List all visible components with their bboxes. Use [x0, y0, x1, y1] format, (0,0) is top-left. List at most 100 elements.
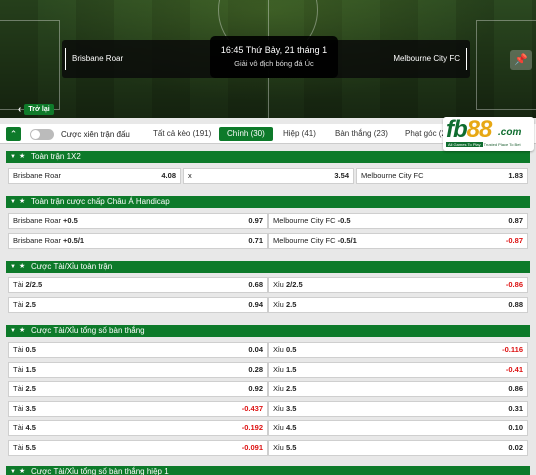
odds-label: Xỉu 2.5: [273, 300, 297, 309]
odds-value: 0.97: [248, 216, 263, 225]
odds-cell[interactable]: Tài 2/2.5 0.68: [8, 277, 268, 293]
section-total-goals-header[interactable]: ▼ ★ Cược Tài/Xỉu tổng số bàn thắng: [6, 325, 530, 337]
star-icon[interactable]: ★: [19, 325, 25, 337]
section-title: Cược Tài/Xỉu toàn trận: [31, 262, 113, 271]
odds-cell[interactable]: Brisbane Roar +0.5/1 0.71: [8, 233, 268, 249]
odds-cell[interactable]: Tài 4.5 -0.192: [8, 420, 268, 436]
odds-label: Brisbane Roar +0.5: [13, 216, 78, 225]
pin-icon[interactable]: 📌: [510, 50, 532, 70]
odds-cell[interactable]: x 3.54: [183, 168, 354, 184]
odds-cell[interactable]: Xỉu 2.5 0.86: [268, 381, 528, 397]
odds-label: Brisbane Roar: [13, 171, 61, 180]
odds-value: 0.88: [508, 300, 523, 309]
collapse-arrow-icon: ▼: [10, 154, 16, 160]
odds-value: 0.02: [508, 442, 523, 452]
odds-label: Melbourne City FC: [361, 171, 424, 180]
odds-value: -0.192: [241, 423, 263, 432]
tab-main[interactable]: Chính (30): [219, 127, 273, 141]
odds-label: Xỉu 3.5: [273, 403, 297, 413]
section-over-under-header[interactable]: ▼ ★ Cược Tài/Xỉu toàn trận: [6, 261, 530, 273]
odds-value: -0.87: [505, 236, 523, 245]
toggle-knob: [31, 130, 40, 139]
odds-value: -0.437: [241, 403, 263, 413]
odds-cell[interactable]: Brisbane Roar +0.5 0.97: [8, 213, 268, 229]
away-team-name: Melbourne City FC: [393, 54, 460, 63]
odds-cell[interactable]: Tài 1.5 0.28: [8, 361, 268, 378]
odds-label: Tài 2.5: [13, 384, 36, 393]
odds-value: 0.94: [248, 300, 263, 309]
back-label: Trở lại: [24, 104, 54, 115]
odds-label: Xỉu 4.5: [273, 423, 297, 432]
odds-cell[interactable]: Xỉu 2.5 0.88: [268, 297, 528, 313]
odds-cell[interactable]: Xỉu 0.5 -0.116: [268, 342, 528, 358]
odds-value: -0.41: [505, 364, 523, 374]
collapse-arrow-icon: ▼: [10, 469, 16, 475]
odds-label: Xỉu 2/2.5: [273, 280, 303, 289]
parlay-toggle[interactable]: [30, 129, 54, 140]
section-1x2-header[interactable]: ▼ ★ Toàn trận 1X2: [6, 151, 530, 163]
odds-label: Tài 2/2.5: [13, 280, 43, 289]
logo-text: fb88: [446, 117, 492, 143]
collapse-arrow-icon: ▼: [10, 264, 16, 270]
fb88-logo: fb88 .com All Games To Play Trusted Plac…: [443, 117, 534, 151]
logo-suffix: .com: [498, 127, 522, 138]
odds-value: 0.92: [248, 384, 263, 393]
star-icon[interactable]: ★: [19, 261, 25, 273]
odds-value: 0.10: [508, 423, 523, 432]
odds-label: Tài 1.5: [13, 364, 36, 374]
odds-value: 0.87: [508, 216, 523, 225]
odds-cell[interactable]: Xỉu 5.5 0.02: [268, 439, 528, 456]
odds-cell[interactable]: Tài 5.5 -0.091: [8, 439, 268, 456]
tab-all[interactable]: Tất cả kèo (191): [145, 127, 219, 141]
collapse-arrow-icon: ▼: [10, 199, 16, 205]
odds-value: 3.54: [334, 171, 349, 180]
odds-label: Melbourne City FC -0.5: [273, 216, 351, 225]
star-icon[interactable]: ★: [19, 196, 25, 208]
odds-label: Brisbane Roar +0.5/1: [13, 236, 85, 245]
odds-cell[interactable]: Brisbane Roar 4.08: [8, 168, 181, 184]
odds-cell[interactable]: Tài 2.5 0.94: [8, 297, 268, 313]
section-title: Toàn trận 1X2: [31, 152, 81, 161]
odds-label: Xỉu 2.5: [273, 384, 297, 393]
odds-label: Tài 3.5: [13, 403, 36, 413]
odds-label: Xỉu 0.5: [273, 345, 297, 354]
odds-cell[interactable]: Xỉu 1.5 -0.41: [268, 361, 528, 378]
odds-cell[interactable]: Xỉu 2/2.5 -0.86: [268, 277, 528, 293]
odds-label: Tài 0.5: [13, 345, 36, 354]
odds-cell[interactable]: Xỉu 4.5 0.10: [268, 420, 528, 436]
star-icon[interactable]: ★: [19, 151, 25, 163]
section-title: Cược Tài/Xỉu tổng số bàn thắng hiệp 1: [31, 467, 169, 475]
tab-half[interactable]: Hiệp (41): [275, 127, 324, 141]
chevron-left-icon: ‹: [18, 104, 22, 115]
odds-label: Xỉu 5.5: [273, 442, 297, 452]
divider: [466, 48, 467, 70]
odds-label: Melbourne City FC -0.5/1: [273, 236, 357, 245]
odds-value: -0.116: [502, 345, 523, 354]
section-handicap-header[interactable]: ▼ ★ Toàn trận cược chấp Châu Á Handicap: [6, 196, 530, 208]
odds-cell[interactable]: Tài 2.5 0.92: [8, 381, 268, 397]
parlay-toggle-label: Cược xiên trận đấu: [61, 130, 130, 139]
odds-cell[interactable]: Melbourne City FC -0.5 0.87: [268, 213, 528, 229]
odds-value: 0.28: [248, 364, 263, 374]
section-total-goals-h1-header[interactable]: ▼ ★ Cược Tài/Xỉu tổng số bàn thắng hiệp …: [6, 466, 530, 475]
odds-cell[interactable]: Melbourne City FC -0.5/1 -0.87: [268, 233, 528, 249]
odds-value: 0.04: [248, 345, 263, 354]
odds-cell[interactable]: Melbourne City FC 1.83: [356, 168, 528, 184]
odds-label: x: [188, 171, 192, 180]
odds-value: 0.68: [248, 280, 263, 289]
odds-cell[interactable]: Tài 3.5 -0.437: [8, 400, 268, 417]
back-button[interactable]: ‹ Trở lại: [18, 103, 54, 116]
odds-label: Tài 4.5: [13, 423, 36, 432]
match-header: Brisbane Roar 16:45 Thứ Bảy, 21 tháng 1 …: [0, 0, 536, 118]
section-title: Toàn trận cược chấp Châu Á Handicap: [31, 197, 170, 206]
divider: [65, 48, 66, 70]
tab-goals[interactable]: Bàn thắng (23): [327, 127, 396, 141]
odds-cell[interactable]: Xỉu 3.5 0.31: [268, 400, 528, 417]
star-icon[interactable]: ★: [19, 466, 25, 475]
odds-label: Tài 2.5: [13, 300, 36, 309]
odds-cell[interactable]: Tài 0.5 0.04: [8, 342, 268, 358]
odds-label: Tài 5.5: [13, 442, 36, 452]
match-info: 16:45 Thứ Bảy, 21 tháng 1 Giải vô địch b…: [210, 36, 338, 78]
collapse-all-icon[interactable]: ⌃: [6, 127, 21, 141]
collapse-arrow-icon: ▼: [10, 328, 16, 334]
